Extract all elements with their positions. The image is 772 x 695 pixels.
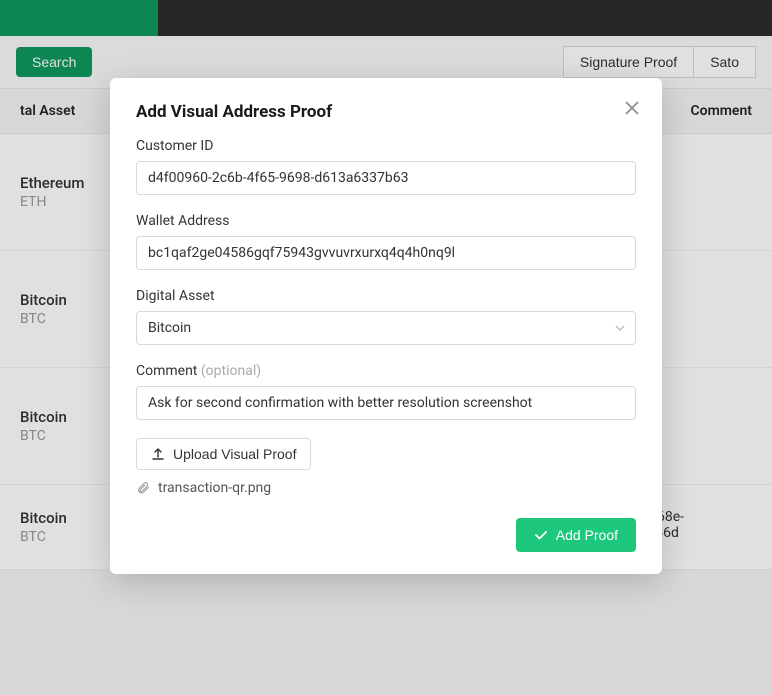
add-proof-label: Add Proof <box>556 527 618 543</box>
upload-visual-proof-button[interactable]: Upload Visual Proof <box>136 438 311 470</box>
comment-input[interactable] <box>136 386 636 420</box>
add-proof-button[interactable]: Add Proof <box>516 518 636 552</box>
paperclip-icon <box>136 481 150 495</box>
wallet-address-label: Wallet Address <box>136 213 636 229</box>
close-button[interactable] <box>622 98 642 118</box>
upload-label: Upload Visual Proof <box>173 446 296 462</box>
check-icon <box>534 528 548 542</box>
digital-asset-select[interactable] <box>136 311 636 345</box>
wallet-address-input[interactable] <box>136 236 636 270</box>
attachment-row[interactable]: transaction-qr.png <box>136 480 636 496</box>
customer-id-label: Customer ID <box>136 138 636 154</box>
upload-icon <box>151 447 165 461</box>
close-icon <box>625 101 639 115</box>
modal-backdrop[interactable]: Add Visual Address Proof Customer ID Wal… <box>0 0 772 695</box>
add-visual-proof-modal: Add Visual Address Proof Customer ID Wal… <box>110 78 662 574</box>
digital-asset-label: Digital Asset <box>136 288 636 304</box>
comment-label: Comment (optional) <box>136 363 636 379</box>
modal-title: Add Visual Address Proof <box>136 102 636 122</box>
optional-hint: (optional) <box>201 363 261 379</box>
attachment-name: transaction-qr.png <box>158 480 271 496</box>
customer-id-input[interactable] <box>136 161 636 195</box>
